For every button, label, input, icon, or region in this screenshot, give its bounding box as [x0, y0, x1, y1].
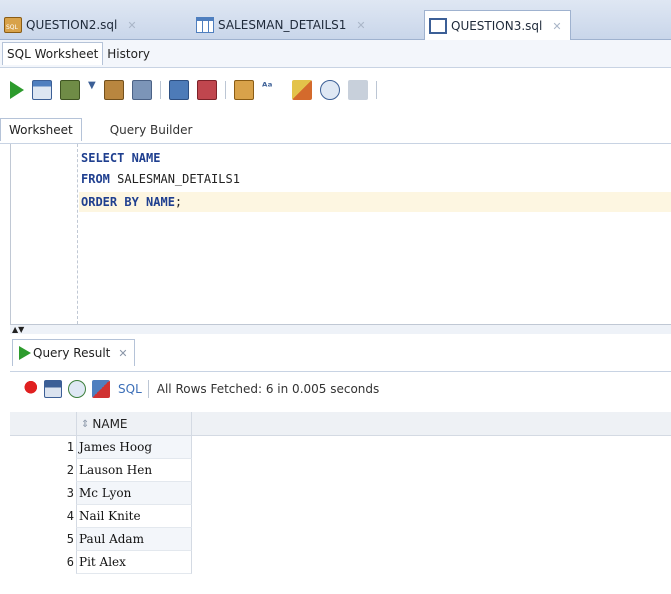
- name-cell[interactable]: Nail Knite: [76, 505, 192, 528]
- row-number: 2: [66, 463, 74, 477]
- table-row[interactable]: 3 Mc Lyon: [10, 482, 671, 505]
- toolbar-separator: [225, 81, 226, 99]
- editor-tab-strip: QUESTION2.sql ✕ SALESMAN_DETAILS1 ✕ QUES…: [0, 0, 671, 41]
- tab-history[interactable]: History: [103, 43, 154, 65]
- editor-mode-tabs: Worksheet Query Builder: [0, 116, 671, 144]
- sql-tuning-icon[interactable]: [234, 80, 254, 100]
- name-cell[interactable]: Paul Adam: [76, 528, 192, 551]
- autotrace-icon[interactable]: [169, 80, 189, 100]
- cancel-fetch-icon[interactable]: [92, 380, 110, 398]
- table-row[interactable]: 5 Paul Adam: [10, 528, 671, 551]
- editor-gutter: [77, 144, 78, 324]
- sql-editor[interactable]: SELECT NAME FROM SALESMAN_DETAILS1 ORDER…: [10, 144, 671, 324]
- name-cell[interactable]: James Hoog: [76, 436, 192, 459]
- history-icon[interactable]: [320, 80, 340, 100]
- eraser-icon[interactable]: [292, 80, 312, 100]
- run-statement-icon[interactable]: [10, 81, 24, 99]
- clear-icon[interactable]: [197, 80, 217, 100]
- tab-label: QUESTION2.sql: [26, 18, 118, 32]
- pin-icon[interactable]: [20, 380, 38, 398]
- name-cell[interactable]: Pit Alex: [76, 551, 192, 574]
- worksheet-subtabs: SQL Worksheet History: [0, 40, 671, 68]
- close-icon[interactable]: ✕: [127, 19, 136, 32]
- format-icon[interactable]: [348, 80, 368, 100]
- tab-label: QUESTION3.sql: [451, 19, 543, 33]
- commit-icon[interactable]: [60, 80, 80, 100]
- panel-splitter[interactable]: ▲▼: [10, 324, 671, 334]
- sql-keyword: FROM: [81, 172, 110, 186]
- tab-question3[interactable]: QUESTION3.sql ✕: [424, 10, 571, 41]
- row-number: 6: [66, 555, 74, 569]
- code-line-2[interactable]: FROM SALESMAN_DETAILS1: [81, 169, 240, 189]
- tab-query-result[interactable]: Query Result ✕: [12, 339, 135, 366]
- row-number: 4: [66, 509, 74, 523]
- result-grid[interactable]: ⇕ NAME 1 James Hoog 2 Lauson Hen 3 Mc Lyon …: [10, 412, 671, 594]
- tab-label: SALESMAN_DETAILS1: [218, 18, 347, 32]
- tab-salesman-details1[interactable]: SALESMAN_DETAILS1 ✕: [192, 10, 374, 40]
- sql-keyword: SELECT NAME: [81, 151, 161, 165]
- sql-identifier: SALESMAN_DETAILS1: [109, 172, 240, 186]
- tab-sql-worksheet[interactable]: SQL Worksheet: [2, 42, 104, 65]
- close-icon[interactable]: ✕: [118, 347, 127, 360]
- explain-plan-icon[interactable]: [132, 80, 152, 100]
- tab-question2[interactable]: QUESTION2.sql ✕: [0, 10, 145, 40]
- table-row[interactable]: 2 Lauson Hen: [10, 459, 671, 482]
- fetch-status: All Rows Fetched: 6 in 0.005 seconds: [156, 382, 380, 396]
- code-line-3[interactable]: ORDER BY NAME;: [79, 192, 671, 212]
- column-header-name[interactable]: ⇕ NAME: [76, 412, 192, 436]
- name-cell[interactable]: Mc Lyon: [76, 482, 192, 505]
- row-number: 1: [66, 440, 74, 454]
- sql-file-icon: [4, 17, 22, 33]
- table-row[interactable]: 6 Pit Alex: [10, 551, 671, 574]
- close-icon[interactable]: ✕: [356, 19, 365, 32]
- tab-worksheet[interactable]: Worksheet: [0, 118, 82, 141]
- row-number: 5: [66, 532, 74, 546]
- chevron-down-icon[interactable]: ▼: [88, 80, 96, 100]
- sort-icon[interactable]: ⇕: [81, 419, 89, 430]
- collapse-arrows-icon[interactable]: ▲▼: [12, 326, 24, 334]
- toolbar-separator: [147, 380, 149, 398]
- worksheet-icon: [429, 18, 447, 34]
- tab-query-builder[interactable]: Query Builder: [102, 119, 201, 141]
- result-tabs: Query Result ✕: [10, 334, 671, 372]
- tab-label: Query Result: [33, 346, 111, 360]
- rollback-icon[interactable]: [104, 80, 124, 100]
- grid-header: ⇕ NAME: [10, 412, 671, 436]
- sql-link[interactable]: SQL: [118, 382, 142, 396]
- query-result-icon: [19, 346, 31, 360]
- row-number: 3: [66, 486, 74, 500]
- table-row[interactable]: 4 Nail Knite: [10, 505, 671, 528]
- table-icon: [196, 17, 214, 33]
- toolbar-separator: [160, 81, 161, 99]
- print-icon[interactable]: [44, 380, 62, 398]
- toolbar-separator: [376, 81, 377, 99]
- sql-terminator: ;: [174, 195, 183, 209]
- worksheet-toolbar: ▼ ᴬᵃ: [0, 68, 671, 112]
- result-toolbar: SQL All Rows Fetched: 6 in 0.005 seconds: [10, 372, 671, 406]
- refresh-icon[interactable]: [68, 380, 86, 398]
- code-line-1[interactable]: SELECT NAME: [81, 148, 160, 168]
- sql-keyword: ORDER BY NAME: [81, 195, 175, 209]
- run-script-icon[interactable]: [32, 80, 52, 100]
- case-toggle-icon[interactable]: ᴬᵃ: [262, 80, 284, 100]
- close-icon[interactable]: ✕: [552, 20, 561, 33]
- table-row[interactable]: 1 James Hoog: [10, 436, 671, 459]
- column-header-label: NAME: [92, 417, 128, 431]
- name-cell[interactable]: Lauson Hen: [76, 459, 192, 482]
